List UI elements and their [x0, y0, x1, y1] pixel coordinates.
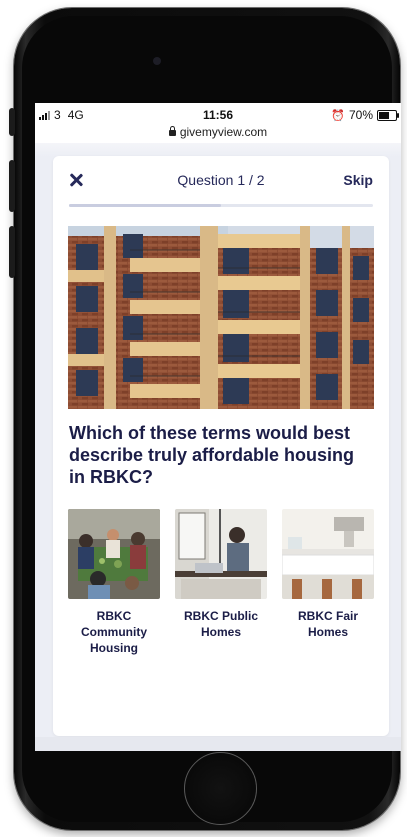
option-community-housing[interactable]: RBKC Community Housing	[68, 509, 160, 656]
option-label: RBKC Fair Homes	[297, 609, 358, 639]
question-counter: Question 1 / 2	[177, 172, 265, 188]
alarm-clock-icon: ⏰	[331, 109, 345, 122]
lock-icon	[168, 126, 176, 136]
building-photo	[68, 226, 374, 409]
url-text: givemyview.com	[179, 125, 268, 139]
community-gathering-photo	[68, 509, 160, 599]
answer-options: RBKC Community Housing RBKC Public Homes…	[68, 509, 374, 669]
volume-down-button	[9, 226, 15, 278]
question-header: Question 1 / 2 Skip	[53, 156, 389, 196]
question-text: Which of these terms would best describe…	[69, 423, 355, 487]
kitchen-interior-photo	[282, 509, 374, 599]
volume-up-button	[9, 160, 15, 212]
front-camera	[153, 57, 161, 65]
progress-fill	[69, 204, 221, 207]
progress-bar	[69, 204, 373, 207]
question-card: Question 1 / 2 Skip Which of these terms…	[53, 156, 389, 736]
phone-screen: 3 4G 11:56 ⏰ 70% givemyview.com Question…	[35, 103, 401, 751]
mute-switch	[9, 108, 15, 136]
option-label: RBKC Community Housing	[81, 609, 147, 655]
option-public-homes[interactable]: RBKC Public Homes	[175, 509, 267, 640]
battery-percent: 70%	[348, 108, 373, 122]
status-right: ⏰ 70%	[331, 108, 399, 122]
home-button[interactable]	[184, 752, 257, 825]
option-label: RBKC Public Homes	[183, 609, 258, 639]
status-bar: 3 4G 11:56 ⏰ 70%	[35, 103, 401, 125]
option-fair-homes[interactable]: RBKC Fair Homes	[282, 509, 374, 640]
battery-icon	[377, 109, 399, 121]
person-at-laptop-photo	[175, 509, 267, 599]
browser-address-bar[interactable]: givemyview.com	[35, 125, 401, 143]
apartment-building-image	[68, 226, 374, 409]
screen-bottom-bar	[35, 737, 401, 751]
header-fade	[35, 143, 401, 157]
skip-button[interactable]: Skip	[343, 172, 373, 188]
